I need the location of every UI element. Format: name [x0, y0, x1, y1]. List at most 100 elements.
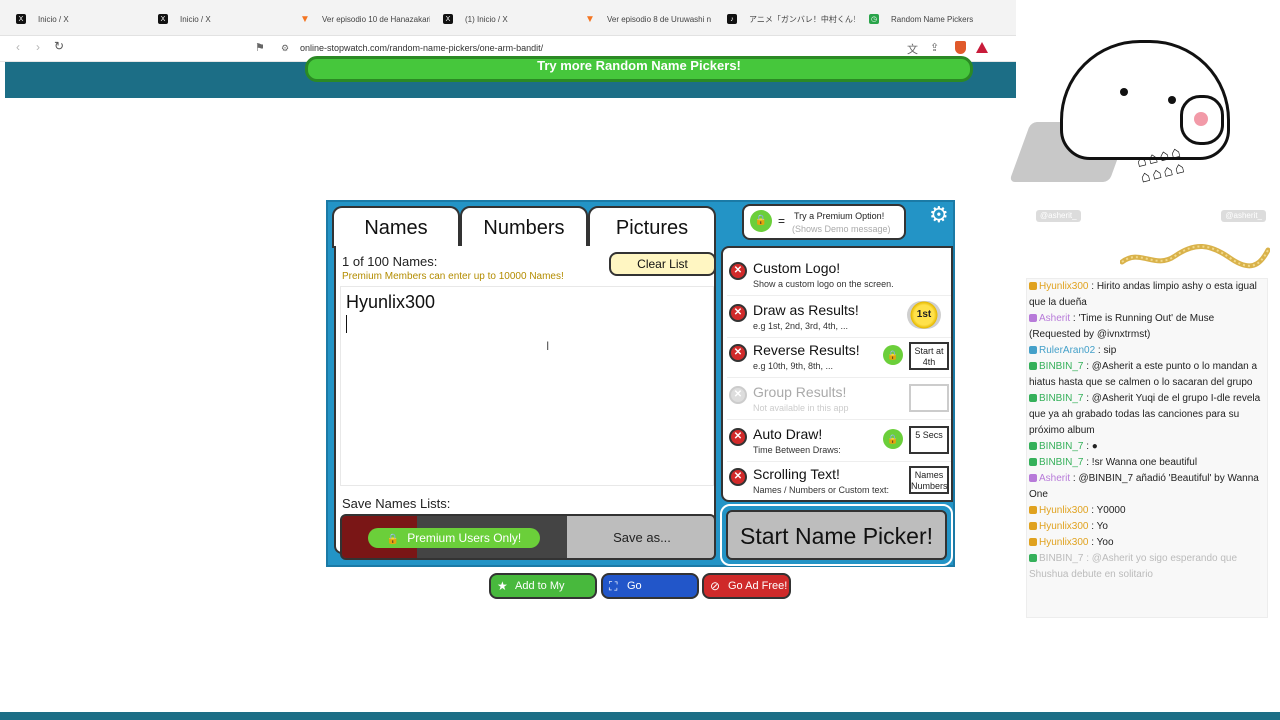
- no-ads-icon: ⊘: [710, 579, 721, 593]
- user-badge-icon: [1029, 394, 1037, 402]
- option-group-results: ✕ Group Results! Not available in this a…: [727, 382, 951, 420]
- brave-rewards-icon[interactable]: [976, 42, 988, 53]
- chat-message: Hyunlix300 : Y0000: [1027, 503, 1267, 519]
- chat-message: Hyunlix300 : Yo: [1027, 519, 1267, 535]
- share-icon[interactable]: ⇪: [930, 41, 939, 54]
- browser-tab[interactable]: X (1) Inicio / X: [443, 8, 573, 30]
- chat-message: BINBIN_7 : @Asherit Yuqi de el grupo I-d…: [1027, 391, 1267, 439]
- chat-username: BINBIN_7: [1039, 457, 1084, 468]
- close-x-icon[interactable]: ✕: [729, 262, 747, 280]
- handle-left: @asherit_: [1036, 210, 1081, 222]
- user-badge-icon: [1029, 538, 1037, 546]
- social-handles: @asherit_ @asherit_: [1026, 208, 1268, 224]
- tab-pictures[interactable]: Pictures: [588, 206, 716, 248]
- browser-tab-active[interactable]: ◷ Random Name Pickers: [869, 8, 1009, 30]
- site-info-icon[interactable]: ⚙: [281, 43, 289, 54]
- ad-free-button[interactable]: ⊘ Go Ad Free!: [702, 573, 791, 599]
- user-badge-icon: [1029, 282, 1037, 290]
- premium-lock-icon: 🔒: [883, 345, 903, 365]
- forward-arrow-icon[interactable]: ›: [36, 40, 40, 54]
- names-count: 1 of 100 Names:: [342, 254, 438, 269]
- user-badge-icon: [1029, 442, 1037, 450]
- user-badge-icon: [1029, 506, 1037, 514]
- close-x-icon[interactable]: ✕: [729, 304, 747, 322]
- save-as-button[interactable]: Save as...: [567, 516, 714, 558]
- stopwatch-icon: ◷: [869, 14, 879, 24]
- chat-username: RulerAran02: [1039, 345, 1096, 356]
- option-scrolling-text[interactable]: ✕ Scrolling Text! Names / Numbers or Cus…: [727, 464, 951, 502]
- crunchyroll-icon: ▼: [585, 13, 595, 25]
- browser-tab[interactable]: ▼ Ver episodio 8 de Uruwashi no: [585, 8, 711, 30]
- golden-dragon-icon: [1120, 244, 1270, 269]
- chat-message: Asherit : @BINBIN_7 añadió 'Beautiful' b…: [1027, 471, 1267, 503]
- chat-text: : Yoo: [1088, 537, 1114, 548]
- tiktok-icon: ♪: [727, 14, 737, 24]
- user-badge-icon: [1029, 458, 1037, 466]
- user-badge-icon: [1029, 346, 1037, 354]
- cat-eye: [1168, 96, 1176, 104]
- chat-username: BINBIN_7: [1039, 441, 1084, 452]
- star-icon: ★: [497, 579, 508, 593]
- browser-tab[interactable]: ▼ Ver episodio 10 de Hanazakari: [300, 8, 430, 30]
- start-name-picker-button[interactable]: Start Name Picker!: [720, 504, 953, 566]
- chat-message: BINBIN_7 : @Asherit a este punto o lo ma…: [1027, 359, 1267, 391]
- back-arrow-icon[interactable]: ‹: [16, 40, 20, 54]
- reload-icon[interactable]: ↻: [54, 39, 64, 53]
- user-badge-icon: [1029, 554, 1037, 562]
- premium-option-bubble[interactable]: 🔒 = Try a Premium Option! (Shows Demo me…: [742, 204, 906, 240]
- chat-username: Asherit: [1039, 473, 1071, 484]
- text-caret: [346, 315, 347, 333]
- user-badge-icon: [1029, 474, 1037, 482]
- chat-text: : sip: [1095, 345, 1117, 356]
- bookmark-icon[interactable]: ⚑: [255, 41, 265, 54]
- scroll-source-box[interactable]: Names Numbers: [909, 466, 949, 494]
- x-icon: X: [443, 14, 453, 24]
- group-size-box: [909, 384, 949, 412]
- chat-message: BINBIN_7 : !sr Wanna one beautiful: [1027, 455, 1267, 471]
- translate-icon[interactable]: 文: [907, 41, 918, 57]
- ibeam-cursor-icon: I: [546, 339, 550, 353]
- chat-username: Hyunlix300: [1039, 537, 1089, 548]
- x-icon: X: [158, 14, 168, 24]
- user-badge-icon: [1029, 362, 1037, 370]
- clear-list-button[interactable]: Clear List: [609, 252, 716, 276]
- browser-tabbar: X Inicio / X X Inicio / X ▼ Ver episodio 10…: [0, 0, 1016, 36]
- chat-username: Hyunlix300: [1039, 505, 1089, 516]
- settings-gear-icon[interactable]: ⚙: [929, 202, 949, 228]
- name-picker-widget: Names Numbers Pictures 1 of 100 Names: P…: [326, 200, 955, 567]
- brave-shield-icon[interactable]: [955, 41, 966, 54]
- tab-names[interactable]: Names: [332, 206, 460, 248]
- option-draw-results[interactable]: ✕ Draw as Results! e.g 1st, 2nd, 3rd, 4t…: [727, 300, 951, 338]
- close-x-icon[interactable]: ✕: [729, 468, 747, 486]
- add-to-page-button[interactable]: ★ Add to My Page!: [489, 573, 597, 614]
- chat-username: BINBIN_7: [1039, 361, 1084, 372]
- option-reverse-results[interactable]: ✕ Reverse Results! e.g 10th, 9th, 8th, .…: [727, 340, 951, 378]
- chat-message: BINBIN_7 : ●: [1027, 439, 1267, 455]
- fullscreen-icon: ⛶: [609, 579, 618, 593]
- browser-tab[interactable]: ♪アニメ「ガンバレ！中村くん！！」12: [727, 8, 855, 30]
- chat-text: : Yo: [1088, 521, 1108, 532]
- option-auto-draw[interactable]: ✕ Auto Draw! Time Between Draws: 🔒 5 Sec…: [727, 424, 951, 462]
- close-x-icon[interactable]: ✕: [729, 428, 747, 446]
- premium-only-badge[interactable]: 🔒 Premium Users Only!: [368, 528, 540, 548]
- premium-lock-icon: 🔒: [883, 429, 903, 449]
- medal-icon: 1st: [907, 301, 941, 329]
- save-names-bar: Save as... 🔒 Premium Users Only!: [340, 514, 716, 560]
- names-textarea[interactable]: Hyunlix300 I: [340, 286, 714, 486]
- tab-numbers[interactable]: Numbers: [460, 206, 588, 248]
- close-x-icon[interactable]: ✕: [729, 344, 747, 362]
- seconds-box[interactable]: 5 Secs: [909, 426, 949, 454]
- browser-tab[interactable]: X Inicio / X: [16, 8, 146, 30]
- chat-message: Hyunlix300 : Yoo: [1027, 535, 1267, 551]
- browser-tab[interactable]: X Inicio / X: [158, 8, 288, 30]
- chat-username: Hyunlix300: [1039, 281, 1089, 292]
- stream-chat: Hyunlix300 : Hirito andas limpio ashy o …: [1026, 278, 1268, 618]
- chat-message: RulerAran02 : sip: [1027, 343, 1267, 359]
- chat-username: Asherit: [1039, 313, 1071, 324]
- option-custom-logo[interactable]: ✕ Custom Logo! Show a custom logo on the…: [727, 258, 951, 296]
- start-at-box[interactable]: Start at 4th: [909, 342, 949, 370]
- fullscreen-button[interactable]: ⛶ Go Fullscreen!: [601, 573, 699, 614]
- try-more-button[interactable]: Try more Random Name Pickers!: [305, 56, 973, 82]
- address-bar[interactable]: online-stopwatch.com/random-name-pickers…: [300, 43, 543, 53]
- lock-icon: 🔒: [386, 534, 400, 545]
